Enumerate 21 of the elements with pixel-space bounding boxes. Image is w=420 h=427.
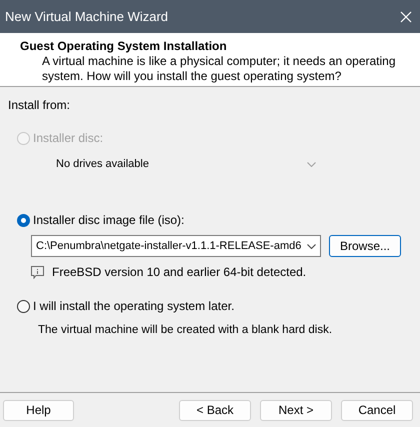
window-title: New Virtual Machine Wizard	[5, 8, 168, 26]
path-dropdown[interactable]: C:\Penumbra\netgate-installer-v1.1.1-RELEASE-amd6	[31, 235, 321, 257]
chevron-icon	[307, 162, 316, 166]
close-icon[interactable]	[400, 10, 412, 22]
group-label: Install from:	[8, 97, 72, 114]
chevron-icon	[307, 244, 316, 248]
radio-label: Installer disc image file (iso):	[33, 212, 184, 229]
cancel-button[interactable]: Cancel	[341, 400, 413, 420]
help-button[interactable]: Help	[3, 400, 74, 420]
radio-label: I will install the operating system later.	[33, 298, 234, 315]
radio-button[interactable]	[17, 214, 30, 226]
page-title: Guest Operating System Installation	[20, 38, 228, 54]
radio-button[interactable]	[17, 300, 30, 312]
option-note: The virtual machine will be created with a blank hard disk.	[37, 323, 334, 338]
back-button[interactable]: < Back	[179, 400, 251, 420]
radio-label: Installer disc:	[33, 130, 104, 147]
browse-button[interactable]: Browse...	[329, 235, 401, 257]
info-text: FreeBSD version 10 and earlier 64-bit detected.	[52, 264, 306, 281]
next-button[interactable]: Next >	[260, 400, 332, 420]
page-description: A virtual machine is like a physical computer; it needs an operating system. How will you install the guest operating system?	[41, 54, 397, 84]
info-icon	[31, 266, 44, 278]
